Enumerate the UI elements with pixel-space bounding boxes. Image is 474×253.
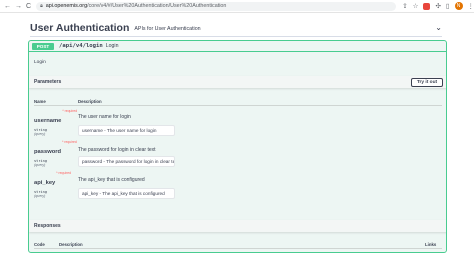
puzzle-icon[interactable]: ✣ [435, 2, 440, 10]
param-description: The user name for login [78, 114, 131, 120]
responses-header: Responses [29, 220, 446, 232]
col-header-name: Name [34, 99, 46, 104]
parameters-title: Parameters [34, 79, 62, 85]
param-description: The api_key that is configured [78, 177, 145, 183]
required-marker: * required [56, 171, 71, 175]
responses-title: Responses [34, 223, 61, 229]
parameters-header: Parameters Try it out [29, 76, 446, 88]
username-input[interactable]: username - The user name for login [78, 125, 175, 136]
try-it-out-button[interactable]: Try it out [411, 77, 443, 87]
browser-toolbar: ← → C 🔒︎ api.openemis.org /core/v4/#/Use… [0, 0, 474, 13]
chevron-down-icon[interactable]: ⌄ [435, 23, 442, 32]
api-key-input[interactable]: api_key - The api_key that is configured [78, 188, 175, 199]
tag-title: User Authentication [30, 22, 130, 34]
menu-dots-icon[interactable]: ⋮ [468, 2, 474, 10]
operation-summary[interactable]: POST /api/v4/login Login [29, 41, 446, 52]
param-row: password* required string (query) The pa… [34, 140, 444, 167]
address-bar[interactable]: 🔒︎ api.openemis.org /core/v4/#/User%20Au… [36, 1, 397, 11]
table-divider [34, 105, 442, 106]
tag-header[interactable]: User Authentication APIs for User Authen… [30, 22, 442, 34]
param-row: api_key* required string (query) The api… [34, 171, 444, 199]
param-name: api_key [34, 180, 56, 186]
browser-nav: ← → C [4, 3, 31, 10]
table-divider [34, 248, 442, 249]
browser-actions: ⇪ ☆ ✣ ▯ N ⋮ [402, 2, 474, 10]
required-marker: * required [62, 140, 77, 144]
param-description: The password for login in clear text [78, 147, 156, 153]
url-path: /core/v4/#/User%20Authentication/User%20… [87, 3, 227, 9]
param-name: password [34, 149, 62, 155]
lock-icon: 🔒︎ [40, 3, 43, 9]
bookmark-star-icon[interactable]: ☆ [413, 2, 419, 10]
divider [30, 36, 442, 37]
operation-description: Login [34, 60, 46, 65]
method-badge: POST [32, 42, 54, 50]
operation-path: /api/v4/login [59, 43, 103, 49]
password-input[interactable]: password - The password for login in cle… [78, 156, 175, 167]
back-arrow-icon[interactable]: ← [4, 3, 11, 10]
operation-summary-text: Login [105, 43, 119, 49]
operation-block: POST /api/v4/login Login Login Parameter… [28, 40, 447, 253]
extension-icon[interactable] [423, 2, 431, 10]
param-row: username* required string (query) The us… [34, 109, 444, 136]
col-header-description: Description [78, 99, 102, 104]
sidebar-icon[interactable]: ▯ [446, 2, 450, 10]
share-icon[interactable]: ⇪ [402, 2, 407, 10]
url-host: api.openemis.org [45, 3, 88, 9]
param-name: username [34, 118, 62, 124]
tag-description: APIs for User Authentication [134, 26, 201, 32]
required-marker: * required [62, 109, 78, 113]
reload-icon[interactable]: C [26, 3, 31, 10]
profile-avatar[interactable]: N [454, 2, 463, 10]
forward-arrow-icon[interactable]: → [15, 3, 22, 10]
col-header-links: Links [425, 242, 437, 247]
col-header-description: Description [59, 242, 83, 247]
col-header-code: Code [34, 242, 45, 247]
